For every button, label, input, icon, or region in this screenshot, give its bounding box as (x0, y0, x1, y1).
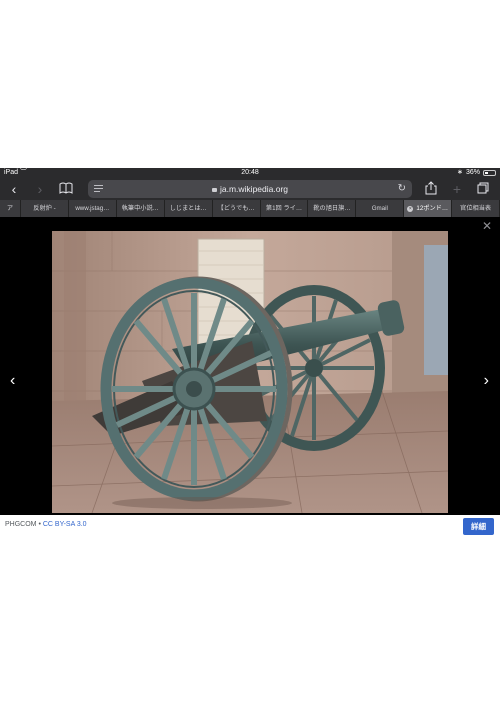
tab-active-label: 12ポンド… (416, 205, 449, 212)
battery-percent: 36% (465, 169, 480, 176)
close-icon[interactable]: ✕ (482, 219, 492, 233)
tab[interactable]: ア (0, 200, 21, 217)
tab[interactable]: 【どうでも… (212, 200, 261, 217)
chevron-left-icon[interactable]: ‹ (10, 372, 15, 390)
forward-icon[interactable]: › (32, 181, 48, 197)
reload-icon[interactable]: ↻ (398, 180, 406, 198)
battery-icon (483, 170, 496, 176)
caption-bar: PHGCOM • CC BY-SA 3.0 詳細 (0, 515, 500, 537)
lock-icon (211, 187, 217, 192)
tablet-screen: iPad ︶ 20:48 ∗ 36% ‹ › ja.m.wikipedia.or… (0, 168, 500, 537)
tab[interactable]: 反射炉 - (21, 200, 69, 217)
chevron-right-icon[interactable]: › (484, 372, 489, 390)
status-right: ∗ 36% (457, 168, 496, 178)
browser-toolbar: ‹ › ja.m.wikipedia.org ↻ + (0, 178, 500, 200)
details-button[interactable]: 詳細 (463, 518, 494, 535)
address-bar[interactable]: ja.m.wikipedia.org ↻ (88, 180, 412, 198)
new-tab-icon[interactable]: + (449, 181, 465, 197)
attribution: PHGCOM • CC BY-SA 3.0 (5, 521, 87, 528)
status-bar: iPad ︶ 20:48 ∗ 36% (0, 168, 500, 178)
bookmarks-icon[interactable] (58, 181, 74, 197)
tabs-overview-icon[interactable] (475, 181, 491, 197)
tab[interactable]: Gmail (356, 200, 405, 217)
bluetooth-icon: ∗ (457, 169, 463, 176)
tab[interactable]: www.jstag… (68, 200, 117, 217)
attribution-author: PHGCOM (5, 521, 37, 528)
share-icon[interactable] (423, 181, 439, 197)
url-text: ja.m.wikipedia.org (219, 184, 289, 194)
tab[interactable]: 執筆中小説… (116, 200, 165, 217)
tab[interactable]: 官位相当表 (452, 200, 500, 217)
back-icon[interactable]: ‹ (6, 181, 22, 197)
close-tab-icon[interactable]: × (407, 206, 414, 212)
clock: 20:48 (241, 169, 259, 176)
tab[interactable]: しじまとは… (164, 200, 213, 217)
tab[interactable]: 第1回 ライ… (260, 200, 309, 217)
media-viewer: ✕ ‹ › (0, 217, 500, 515)
license-link[interactable]: CC BY-SA 3.0 (43, 521, 87, 528)
tab-bar: ア 反射炉 - www.jstag… 執筆中小説… しじまとは… 【どうでも… … (0, 200, 500, 217)
tab-active[interactable]: × 12ポンド… (404, 200, 453, 217)
tab[interactable]: 靴の旭日旗… (308, 200, 357, 217)
cannon-photo (52, 231, 448, 513)
